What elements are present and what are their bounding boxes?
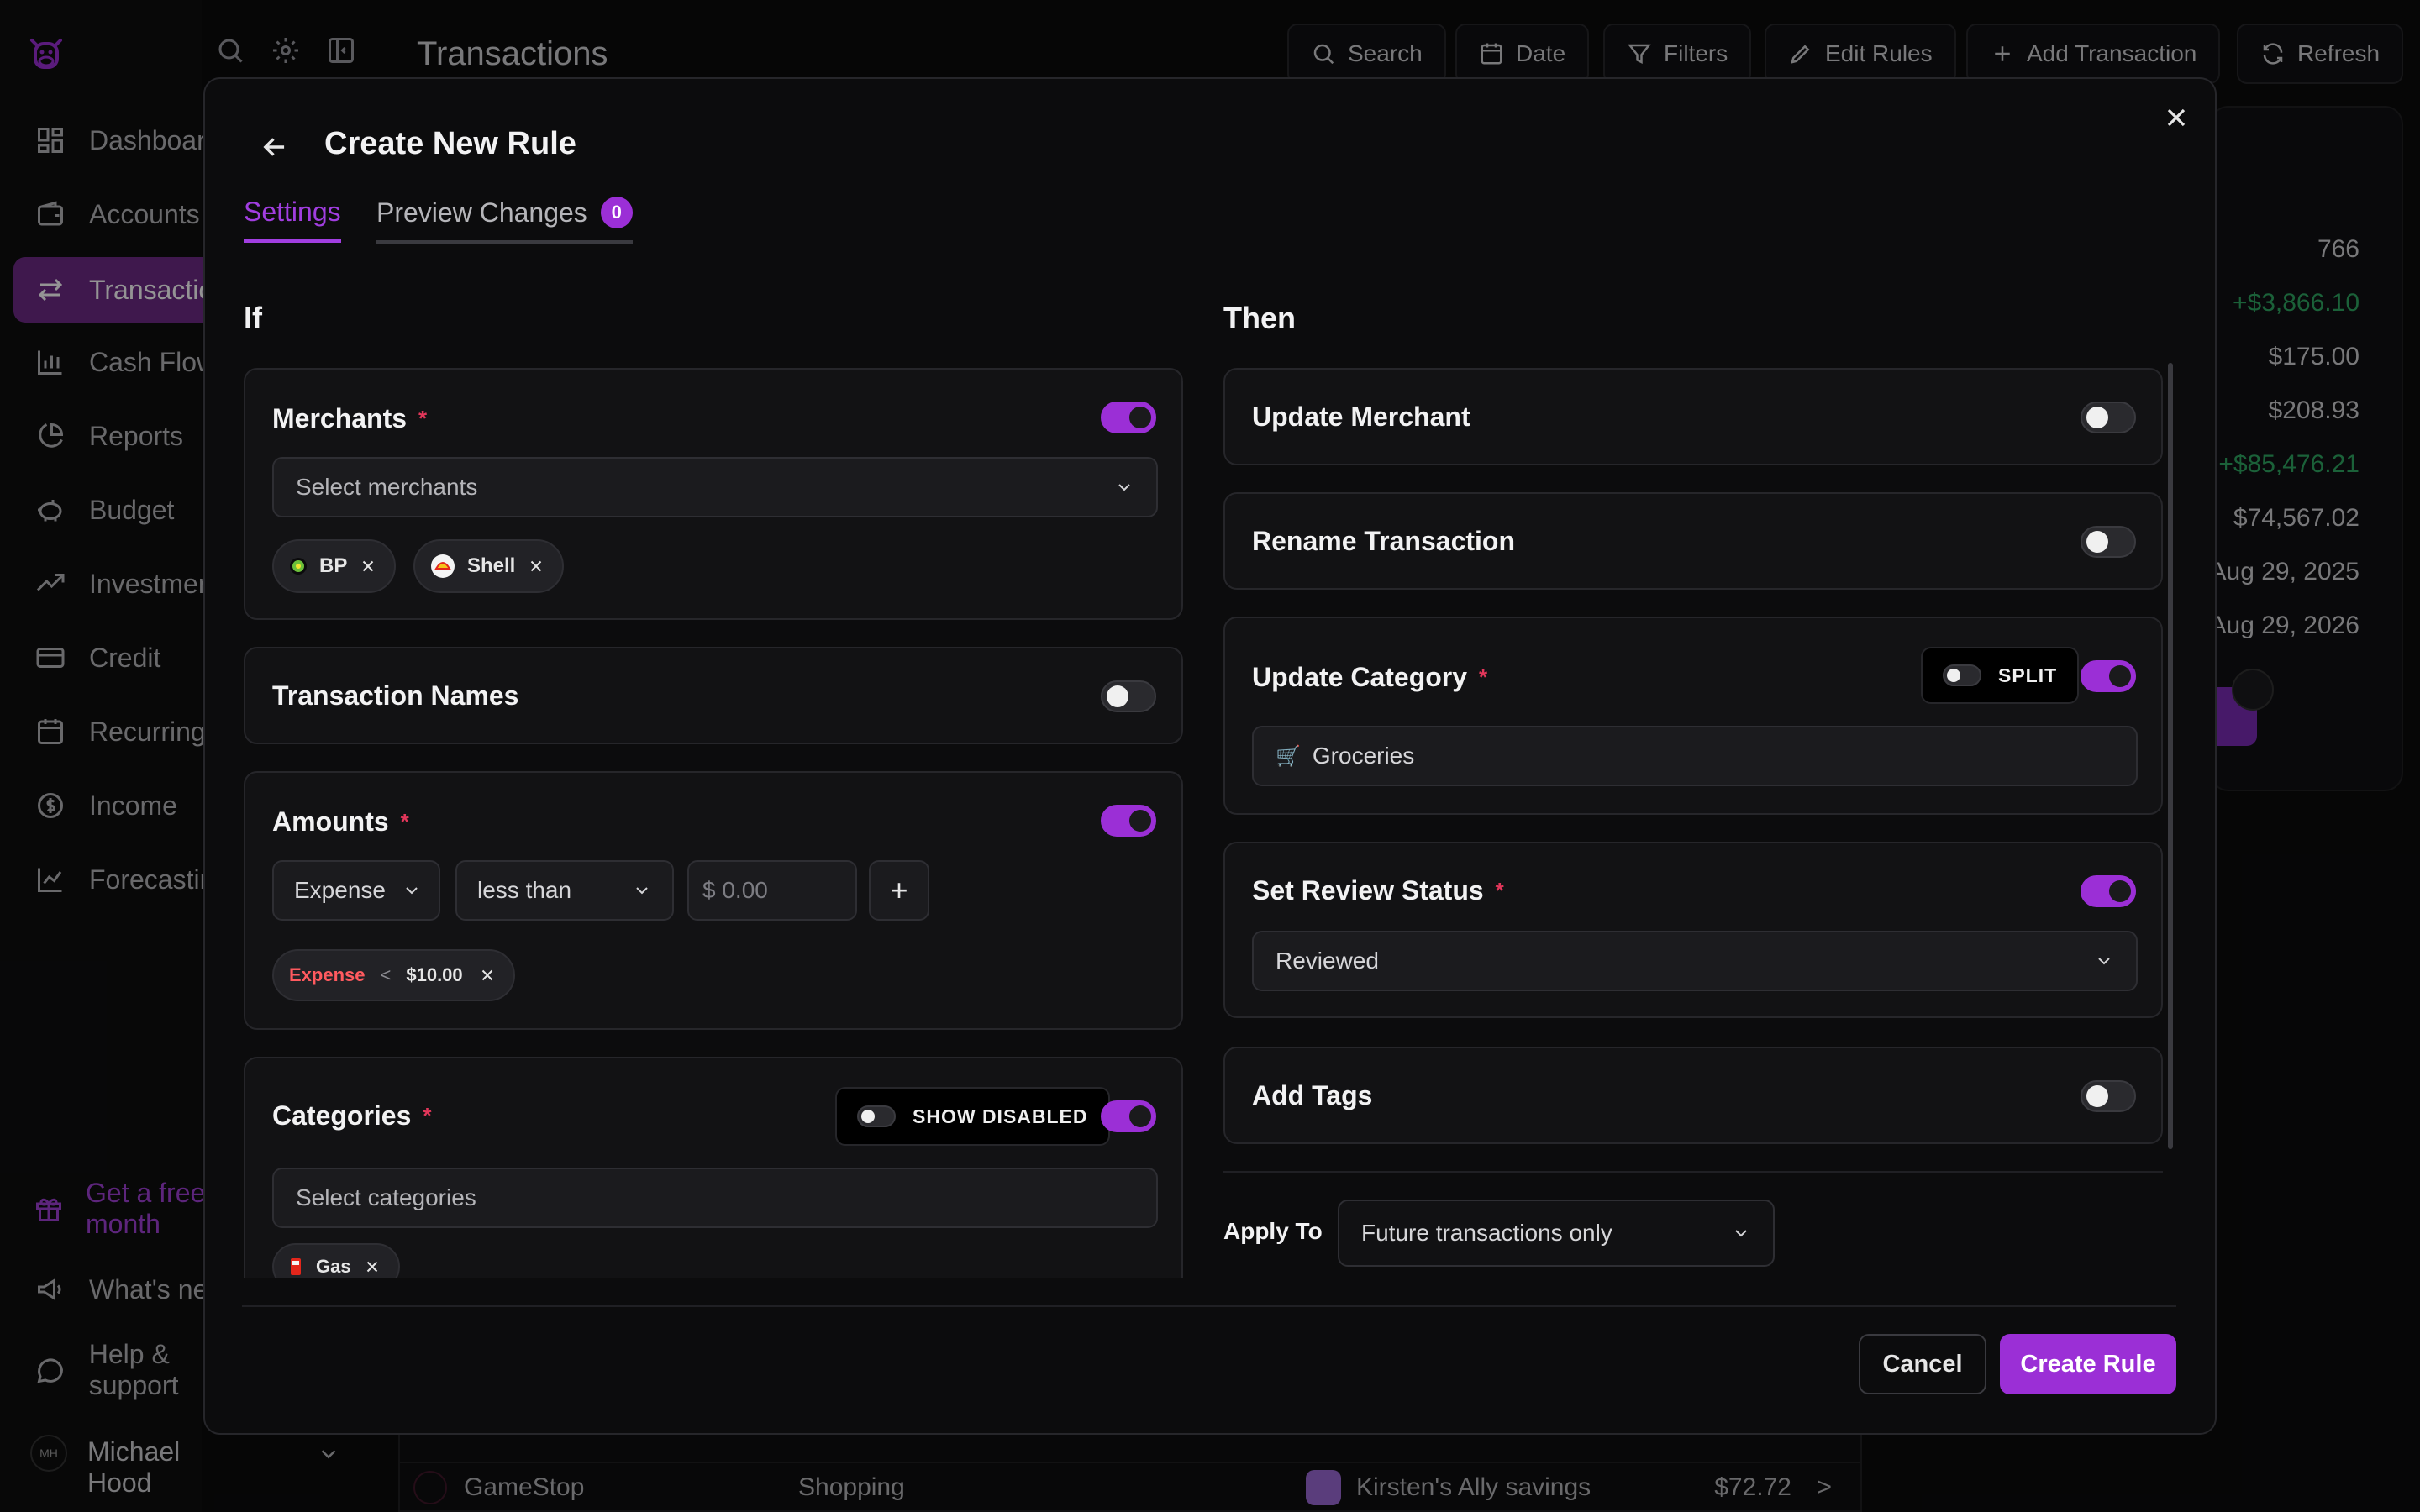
- merchants-select[interactable]: Select merchants: [272, 457, 1158, 517]
- fuel-pump-icon: [291, 1258, 301, 1275]
- modal-title: Create New Rule: [324, 126, 576, 161]
- card-title-text: Merchants: [272, 403, 408, 433]
- update-category-card: Update Category * SPLIT 🛒 Groceries: [1223, 617, 2163, 815]
- split-toggle[interactable]: SPLIT: [1921, 647, 2080, 704]
- then-heading: Then: [1223, 301, 1296, 335]
- merchant-chip-bp: BP: [272, 539, 397, 593]
- chip-label: Gas: [316, 1256, 351, 1277]
- review-status-select[interactable]: Reviewed: [1252, 931, 2138, 991]
- apply-to-label: Apply To: [1223, 1218, 1323, 1244]
- chevron-down-icon: [1118, 484, 1130, 491]
- bp-logo-icon: [290, 558, 307, 575]
- cart-icon: 🛒: [1276, 744, 1301, 768]
- apply-to-select[interactable]: Future transactions only: [1338, 1200, 1775, 1267]
- update-category-toggle[interactable]: [2081, 660, 2136, 692]
- show-disabled-toggle[interactable]: SHOW DISABLED: [835, 1087, 1110, 1146]
- required-marker: *: [1495, 878, 1504, 903]
- tab-settings[interactable]: Settings: [244, 197, 341, 243]
- rename-transaction-toggle[interactable]: [2081, 526, 2136, 558]
- category-select[interactable]: 🛒 Groceries: [1252, 726, 2138, 786]
- select-value: Expense: [294, 877, 386, 903]
- transaction-names-card: Transaction Names: [244, 647, 1183, 744]
- rename-transaction-card: Rename Transaction: [1223, 492, 2163, 590]
- mini-toggle: [857, 1105, 896, 1127]
- add-tags-card: Add Tags: [1223, 1047, 2163, 1144]
- remove-icon[interactable]: [478, 966, 497, 984]
- required-marker: *: [423, 1103, 432, 1128]
- mini-toggle: [1943, 664, 1981, 686]
- categories-select[interactable]: Select categories: [272, 1168, 1158, 1228]
- categories-card: Categories * SHOW DISABLED Select categor…: [244, 1057, 1183, 1290]
- card-title-text: Set Review Status: [1252, 875, 1484, 906]
- chevron-down-icon: [2098, 958, 2110, 965]
- select-value: less than: [477, 877, 572, 903]
- chevron-down-icon: [406, 887, 418, 895]
- card-title: Set Review Status *: [1252, 875, 1504, 906]
- tab-label: Preview Changes: [376, 197, 587, 228]
- footer-divider: [242, 1305, 2176, 1307]
- amounts-toggle[interactable]: [1101, 805, 1156, 837]
- amount-operator-select[interactable]: less than: [455, 860, 674, 921]
- close-icon[interactable]: [2161, 102, 2191, 133]
- card-title: Add Tags: [1252, 1080, 1373, 1110]
- card-title-text: Categories: [272, 1100, 412, 1131]
- required-marker: *: [400, 809, 409, 834]
- card-title-text: Amounts: [272, 806, 389, 837]
- card-title-text: Update Category: [1252, 662, 1468, 692]
- card-title: Transaction Names: [272, 680, 519, 711]
- if-heading: If: [244, 301, 262, 335]
- card-title: Update Merchant: [1252, 402, 1470, 432]
- remove-icon[interactable]: [363, 1257, 381, 1276]
- chevron-down-icon: [636, 887, 648, 895]
- amounts-card: Amounts * Expense less than $ 0.00 + Expe…: [244, 771, 1183, 1030]
- back-arrow-icon[interactable]: [259, 131, 291, 163]
- divider: [1223, 1171, 2163, 1173]
- chip-type: Expense: [289, 964, 366, 985]
- review-status-toggle[interactable]: [2081, 875, 2136, 907]
- card-title: Amounts *: [272, 806, 409, 837]
- select-value: Future transactions only: [1361, 1220, 1612, 1246]
- select-value: Groceries: [1312, 743, 1415, 769]
- card-title: Categories *: [272, 1100, 432, 1131]
- card-title: Rename Transaction: [1252, 526, 1515, 556]
- amount-placeholder: 0.00: [722, 877, 768, 903]
- required-marker: *: [1479, 664, 1488, 690]
- card-title: Merchants *: [272, 403, 427, 434]
- required-marker: *: [418, 406, 428, 431]
- remove-icon[interactable]: [527, 557, 545, 575]
- show-disabled-label: SHOW DISABLED: [913, 1105, 1088, 1127]
- split-label: SPLIT: [1998, 664, 2058, 686]
- chevron-down-icon: [1735, 1230, 1747, 1237]
- scroll-clip: [205, 1278, 1197, 1304]
- remove-icon[interactable]: [359, 557, 377, 575]
- chip-label: BP: [319, 554, 348, 577]
- currency-symbol: $: [702, 877, 716, 903]
- chip-value: $10.00: [406, 964, 463, 985]
- add-tags-toggle[interactable]: [2081, 1080, 2136, 1112]
- scrollbar[interactable]: [2168, 363, 2173, 1149]
- chip-operator: <: [380, 964, 392, 985]
- transaction-names-toggle[interactable]: [1101, 680, 1156, 712]
- amount-input[interactable]: $ 0.00: [687, 860, 857, 921]
- select-placeholder: Select categories: [296, 1184, 476, 1210]
- cancel-button[interactable]: Cancel: [1859, 1334, 1986, 1394]
- update-merchant-toggle[interactable]: [2081, 402, 2136, 433]
- chip-label: Shell: [467, 554, 516, 577]
- amount-chip: Expense < $10.00: [272, 949, 515, 1001]
- merchant-chip-shell: Shell: [413, 539, 565, 593]
- review-status-card: Set Review Status * Reviewed: [1223, 842, 2163, 1018]
- shell-logo-icon: [431, 554, 455, 578]
- add-amount-button[interactable]: +: [869, 860, 929, 921]
- select-placeholder: Select merchants: [296, 474, 478, 500]
- select-value: Reviewed: [1276, 948, 1379, 974]
- card-title: Update Category *: [1252, 662, 1487, 693]
- update-merchant-card: Update Merchant: [1223, 368, 2163, 465]
- merchants-card: Merchants * Select merchants BP Shell: [244, 368, 1183, 620]
- tab-preview-changes[interactable]: Preview Changes 0: [376, 197, 633, 244]
- merchants-toggle[interactable]: [1101, 402, 1156, 433]
- categories-toggle[interactable]: [1101, 1100, 1156, 1132]
- amount-type-select[interactable]: Expense: [272, 860, 440, 921]
- create-rule-button[interactable]: Create Rule: [2000, 1334, 2176, 1394]
- count-badge: 0: [600, 197, 633, 228]
